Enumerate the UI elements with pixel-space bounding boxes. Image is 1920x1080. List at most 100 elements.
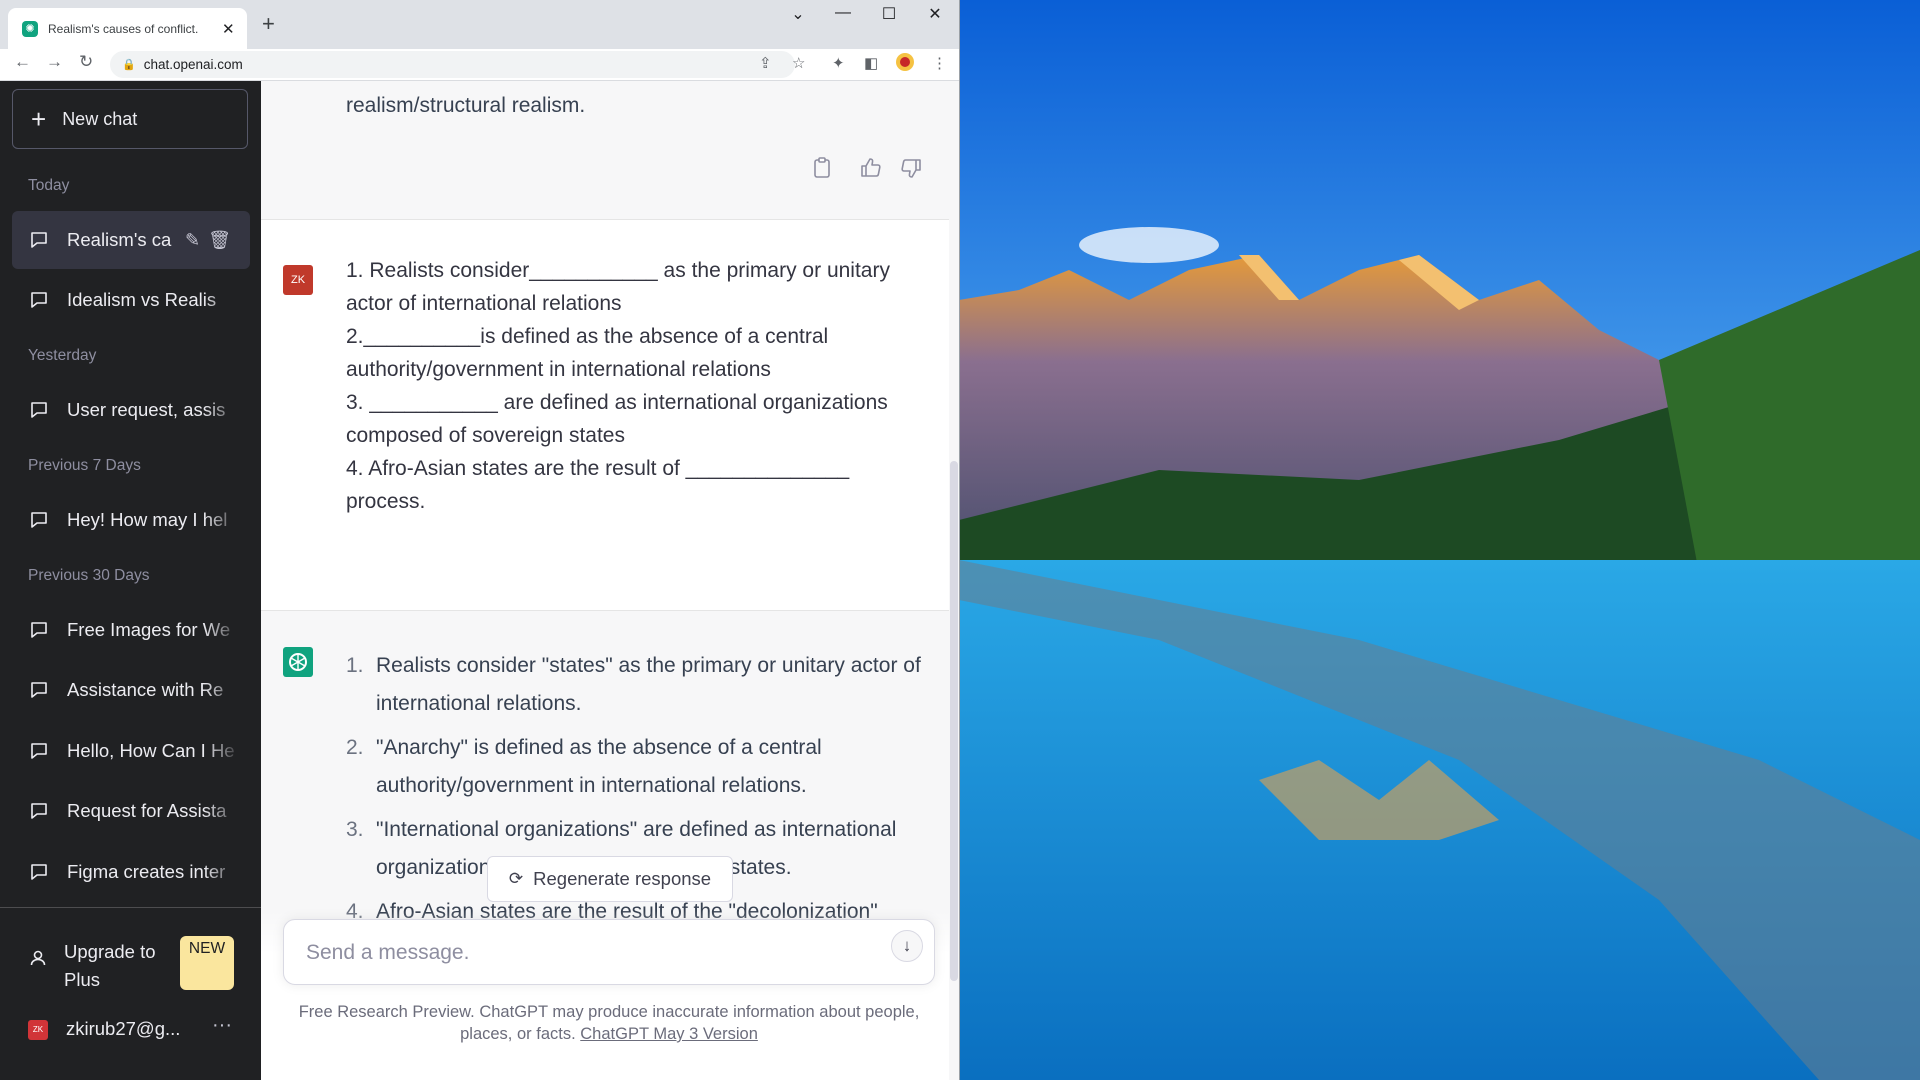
- tab-search-icon[interactable]: ⌄: [778, 4, 818, 24]
- section-heading-today: Today: [28, 177, 70, 194]
- close-window-button[interactable]: ✕: [915, 4, 955, 24]
- assistant-message-previous: realism/structural realism.: [261, 81, 949, 219]
- answer-number: 3.: [346, 818, 364, 841]
- browser-menu-icon[interactable]: ⋮: [932, 54, 947, 72]
- chat-bubble-icon: [31, 512, 47, 528]
- user-account-menu[interactable]: ZK zkirub27@g... ···: [12, 1006, 250, 1054]
- thumbs-down-icon[interactable]: [899, 156, 923, 180]
- bookmark-star-icon[interactable]: ☆: [792, 54, 805, 72]
- message-line: actor of international relations: [346, 292, 622, 315]
- message-line: process.: [346, 490, 426, 513]
- edit-pencil-icon[interactable]: ✎: [185, 230, 200, 251]
- new-chat-label: New chat: [62, 108, 138, 129]
- openai-favicon-icon: ✺: [22, 20, 38, 37]
- chat-history-item[interactable]: Hello, How Can I He: [12, 722, 250, 780]
- sidebar-footer: Upgrade to Plus NEW ZK zkirub27@g... ···: [0, 907, 261, 1040]
- maximize-button[interactable]: ☐: [869, 4, 909, 24]
- message-line: 4. Afro-Asian states are the result of _…: [346, 457, 850, 480]
- chat-history-item[interactable]: User request, assis: [12, 381, 250, 439]
- refresh-icon: ⟳: [508, 869, 524, 888]
- user-avatar: ZK: [283, 265, 313, 295]
- new-chat-button[interactable]: + New chat: [12, 89, 248, 149]
- browser-window: ✺ Realism's causes of conflict. ✕ + ⌄ — …: [0, 0, 960, 1080]
- scrollbar-thumb[interactable]: [950, 461, 958, 981]
- browser-toolbar: ← → ↻ 🔒 chat.openai.com ⇪ ☆ ✦ ◧ ⋮: [0, 49, 959, 81]
- more-options-icon[interactable]: ···: [212, 1014, 232, 1037]
- answer-number: 1.: [346, 654, 364, 677]
- section-heading-previous-7-days: Previous 7 Days: [28, 457, 141, 474]
- new-badge: NEW: [180, 936, 234, 990]
- upgrade-label: Upgrade to Plus: [64, 941, 156, 990]
- chat-sidebar: + New chat Today Realism's ca ✎ 🗑 Ideali…: [0, 81, 261, 1080]
- message-line: 3. ___________ are defined as internatio…: [346, 391, 888, 414]
- answer-item: 1. Realists consider "states" as the prim…: [346, 647, 926, 723]
- user-message-text: 1. Realists consider___________ as the p…: [346, 254, 926, 518]
- answer-text: "Anarchy" is defined as the absence of a…: [376, 736, 822, 797]
- forward-arrow-icon[interactable]: →: [46, 52, 63, 72]
- user-message: ZK 1. Realists consider___________ as th…: [261, 220, 949, 647]
- chat-bubble-icon: [31, 743, 47, 759]
- chat-title: Assistance with Re: [67, 679, 224, 700]
- minimize-button[interactable]: —: [823, 4, 863, 22]
- extensions-puzzle-icon[interactable]: ✦: [832, 54, 845, 72]
- tab-strip: ✺ Realism's causes of conflict. ✕ + ⌄ — …: [0, 0, 959, 49]
- delete-trash-icon[interactable]: 🗑: [208, 230, 231, 251]
- regenerate-response-button[interactable]: ⟳ Regenerate response: [487, 856, 733, 902]
- chat-bubble-icon: [31, 292, 47, 308]
- chat-bubble-icon: [31, 682, 47, 698]
- chat-title: Hello, How Can I He: [67, 740, 235, 761]
- chat-title: Request for Assista: [67, 800, 227, 821]
- profile-avatar[interactable]: [895, 52, 915, 76]
- message-text: realism/structural realism.: [346, 94, 586, 117]
- assistant-avatar: [283, 647, 313, 677]
- chat-bubble-icon: [31, 622, 47, 638]
- answer-number: 2.: [346, 736, 364, 759]
- scroll-down-arrow-icon[interactable]: ↓: [891, 930, 923, 962]
- message-input[interactable]: [304, 938, 868, 968]
- version-link[interactable]: ChatGPT May 3 Version: [580, 1025, 758, 1043]
- chat-history-item[interactable]: Idealism vs Realis: [12, 271, 250, 329]
- message-composer[interactable]: [283, 919, 935, 985]
- new-tab-button[interactable]: +: [262, 13, 275, 35]
- copy-clipboard-icon[interactable]: [810, 156, 834, 180]
- reload-icon[interactable]: ↻: [79, 52, 93, 72]
- chat-bubble-icon: [31, 232, 47, 248]
- chat-title: Free Images for We: [67, 619, 231, 640]
- upgrade-to-plus-button[interactable]: Upgrade to Plus NEW: [12, 924, 250, 994]
- chat-title: User request, assis: [67, 399, 226, 420]
- desktop-wallpaper: [959, 0, 1920, 1080]
- section-heading-previous-30-days: Previous 30 Days: [28, 567, 150, 584]
- regenerate-label: Regenerate response: [533, 868, 712, 889]
- openai-logo-icon: [289, 653, 307, 671]
- tab-title: Realism's causes of conflict.: [48, 21, 199, 36]
- chat-history-item[interactable]: Assistance with Re: [12, 661, 250, 719]
- chat-title: Hey! How may I hel: [67, 509, 228, 530]
- chat-title: Figma creates inter: [67, 861, 226, 882]
- chat-bubble-icon: [31, 803, 47, 819]
- chat-title: Realism's ca: [67, 229, 172, 250]
- mountain-lake-scene: [959, 0, 1920, 1080]
- chat-title: Idealism vs Realis: [67, 289, 217, 310]
- chat-history-item[interactable]: Free Images for We: [12, 601, 250, 659]
- user-icon: [30, 950, 46, 966]
- answer-text: Realists consider "states" as the primar…: [376, 654, 921, 715]
- user-avatar: ZK: [28, 1020, 48, 1040]
- message-line: authority/government in international re…: [346, 358, 771, 381]
- address-bar[interactable]: 🔒 chat.openai.com: [110, 51, 795, 78]
- back-arrow-icon[interactable]: ←: [14, 52, 31, 72]
- conversation-pane: realism/structural realism. ZK 1. Realis…: [261, 81, 959, 1080]
- message-line: composed of sovereign states: [346, 424, 625, 447]
- message-line: 1. Realists consider___________ as the p…: [346, 259, 890, 282]
- chat-history-item[interactable]: Request for Assista: [12, 782, 250, 840]
- chat-history-item[interactable]: Hey! How may I hel: [12, 491, 250, 549]
- side-panel-icon[interactable]: ◧: [864, 54, 878, 72]
- tab-close-icon[interactable]: ✕: [222, 20, 235, 38]
- thumbs-up-icon[interactable]: [859, 156, 883, 180]
- url-text: chat.openai.com: [143, 57, 243, 72]
- share-icon[interactable]: ⇪: [759, 54, 772, 72]
- chat-history-item[interactable]: Figma creates inter: [12, 843, 250, 901]
- chat-bubble-icon: [31, 864, 47, 880]
- browser-tab[interactable]: ✺ Realism's causes of conflict. ✕: [8, 8, 247, 49]
- user-email: zkirub27@g...: [66, 1018, 181, 1039]
- chat-history-item[interactable]: Realism's ca ✎ 🗑: [12, 211, 250, 269]
